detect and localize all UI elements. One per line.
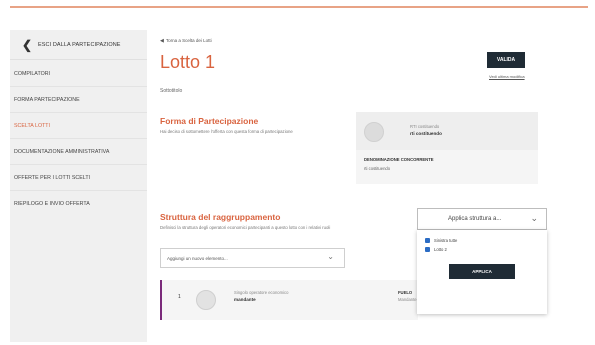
back-link[interactable]: ◀ Torna a Scelta dei Lotti: [160, 38, 212, 44]
participation-card: RTI costituendo rti costituendo DENOMINA…: [356, 112, 538, 184]
sidebar-item-compilatori[interactable]: COMPILATORI: [10, 61, 147, 87]
checkbox-checked-icon[interactable]: [425, 247, 430, 252]
competitor-name-label: DENOMINAZIONE CONCORRENTE: [364, 157, 434, 162]
sidebar-item-offerte[interactable]: OFFERTE PER I LOTTI SCELTI: [10, 165, 147, 191]
member-index: 1: [178, 294, 181, 300]
arrow-left-icon: ◀: [160, 38, 164, 44]
validate-button[interactable]: VALIDA: [487, 52, 525, 68]
member-right-title: FUELO: [398, 290, 413, 295]
competitor-name-value: rti costituendo: [364, 166, 391, 171]
participation-subtitle: Hai deciso di sottomettere l'offerta con…: [160, 129, 293, 134]
avatar: [364, 122, 384, 142]
grouping-title: Struttura del raggruppamento: [160, 212, 281, 222]
chevron-down-icon: ⌄: [327, 252, 334, 261]
apply-option-label: Sinistra tutte: [434, 238, 458, 243]
apply-option-2[interactable]: Lotto 2: [425, 247, 447, 252]
apply-option-label: Lotto 2: [434, 247, 447, 252]
participation-type-value: rti costituendo: [410, 131, 442, 136]
page-title: Lotto 1: [160, 52, 216, 72]
back-link-label: Torna a Scelta dei Lotti: [165, 38, 212, 43]
member-row[interactable]: 1 Singolo operatore economico mandante F…: [160, 280, 418, 320]
sidebar-item-riepilogo[interactable]: RIEPILOGO E INVIO OFFERTA: [10, 191, 147, 217]
apply-structure-menu: Sinistra tutte Lotto 2 APPLICA: [417, 230, 547, 314]
member-right-subtitle: Mandante: [398, 297, 417, 302]
exit-participation-button[interactable]: ❮ ESCI DALLA PARTECIPAZIONE: [10, 30, 147, 60]
chevron-down-icon: ⌄: [530, 213, 538, 223]
main-content: ◀ Torna a Scelta dei Lotti Lotto 1 Sottot…: [150, 30, 550, 342]
add-element-placeholder: Aggiungi un nuovo elemento...: [167, 255, 228, 261]
participation-title: Forma di Partecipazione: [160, 116, 259, 126]
add-element-select[interactable]: Aggiungi un nuovo elemento... ⌄: [160, 248, 345, 268]
member-role: mandante: [234, 297, 256, 302]
grouping-subtitle: Definisci la struttura degli operatori e…: [160, 225, 331, 230]
apply-button[interactable]: APPLICA: [449, 264, 515, 279]
sidebar-item-scelta-lotti[interactable]: SCELTA LOTTI: [10, 113, 147, 139]
checkbox-checked-icon[interactable]: [425, 238, 430, 243]
participation-type-label: RTI costituendo: [410, 124, 440, 129]
sidebar-item-documentazione[interactable]: DOCUMENTAZIONE AMMINISTRATIVA: [10, 139, 147, 165]
apply-option-1[interactable]: Sinistra tutte: [425, 238, 457, 243]
last-edit-link[interactable]: Vedi ultima modifica: [489, 74, 525, 79]
exit-participation-label: ESCI DALLA PARTECIPAZIONE: [38, 41, 121, 48]
member-type: Singolo operatore economico: [234, 290, 289, 295]
page-subtitle: Sottotitolo: [160, 88, 183, 94]
sidebar: ❮ ESCI DALLA PARTECIPAZIONE COMPILATORI …: [10, 30, 147, 342]
avatar: [196, 290, 216, 310]
top-accent-bar: [10, 6, 588, 8]
sidebar-item-forma-partecipazione[interactable]: FORMA PARTECIPAZIONE: [10, 87, 147, 113]
chevron-left-icon: ❮: [22, 37, 33, 52]
apply-structure-label: Applica struttura a...: [448, 216, 502, 222]
apply-structure-dropdown[interactable]: Applica struttura a... ⌄: [417, 208, 547, 230]
